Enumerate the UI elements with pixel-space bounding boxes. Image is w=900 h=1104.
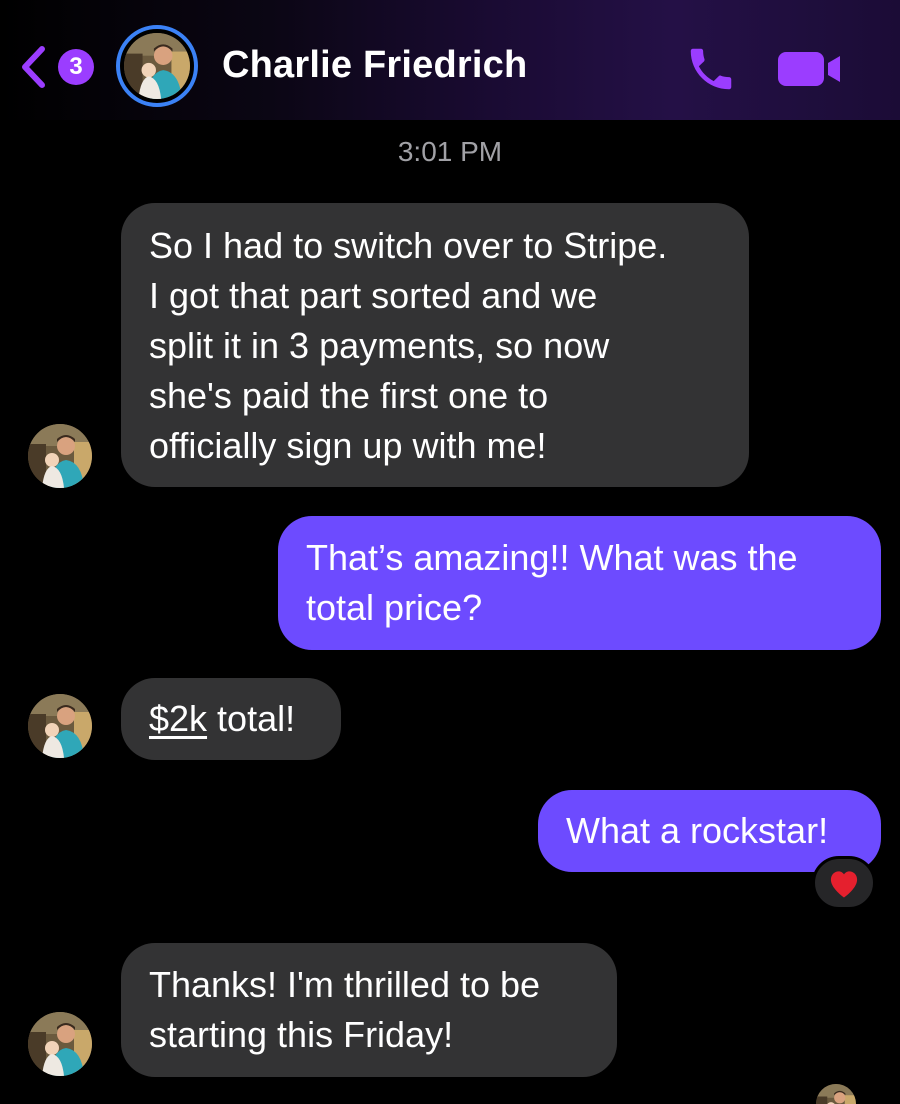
money-amount-link[interactable]: $2k [149,698,207,739]
incoming-message[interactable]: Thanks! I'm thrilled to be starting this… [121,943,617,1077]
incoming-message[interactable]: $2k total! [121,678,341,760]
contact-name[interactable]: Charlie Friedrich [222,44,527,87]
message-line: $2k total! [149,694,313,744]
messenger-chat-screen: 3 Charlie Friedrich 3:01 PM So I had to … [0,0,900,1104]
heart-reaction[interactable] [812,856,876,910]
chevron-left-icon [22,46,45,88]
video-camera-icon [778,52,840,86]
message-timestamp: 3:01 PM [397,136,503,167]
message-line: Thanks! I'm thrilled to be [149,964,541,1005]
message-line: That’s amazing!! What was the [306,537,798,578]
sender-avatar[interactable] [28,424,92,488]
message-text: total! [207,698,296,739]
sender-avatar[interactable] [28,694,92,758]
contact-avatar[interactable] [116,25,198,107]
incoming-message[interactable]: So I had to switch over to Stripe. I got… [121,203,749,487]
heart-icon [830,871,858,898]
message-line: What a rockstar! [566,810,829,851]
message-line: So I had to switch over to Stripe. [149,225,668,266]
audio-call-button[interactable] [684,42,738,96]
unread-count-badge: 3 [58,49,94,85]
phone-icon [690,48,732,90]
outgoing-message[interactable]: That’s amazing!! What was the total pric… [278,516,881,650]
message-line: total price? [306,587,483,628]
back-button[interactable]: 3 [18,44,98,90]
message-line: officially sign up with me! [149,425,547,466]
chat-header: 3 Charlie Friedrich [0,0,900,120]
message-line: she's paid the first one to [149,375,549,416]
video-call-button[interactable] [778,48,844,90]
message-line: split it in 3 payments, so now [149,325,610,366]
message-line: I got that part sorted and we [149,275,598,316]
sender-avatar[interactable] [28,1012,92,1076]
read-receipt-avatar [816,1084,856,1104]
message-line: starting this Friday! [149,1014,454,1055]
